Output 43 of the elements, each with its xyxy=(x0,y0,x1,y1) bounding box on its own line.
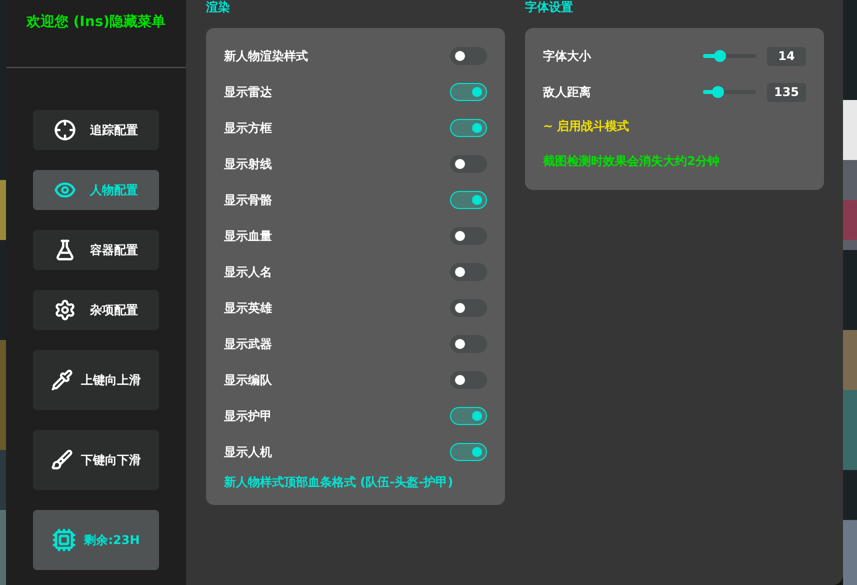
format-note: 新人物样式顶部血条格式 (队伍-头盔-护甲) xyxy=(224,474,454,491)
slider-label: 字体大小 xyxy=(543,48,592,64)
section-heading: 字体设置 xyxy=(525,0,574,16)
crosshair-icon xyxy=(54,119,76,141)
value-field[interactable]: 14 xyxy=(767,46,806,66)
toggle-switch[interactable] xyxy=(450,47,487,65)
toggle-switch[interactable] xyxy=(450,155,487,173)
toggle-label: 显示武器 xyxy=(224,336,272,352)
toggle-label: 显示编队 xyxy=(224,372,272,388)
toggle-switch[interactable] xyxy=(450,371,487,389)
toggle-switch[interactable] xyxy=(450,263,487,281)
toggle-label: 显示血量 xyxy=(224,228,272,244)
chip-icon xyxy=(52,528,76,552)
toggle-label: 显示骨骼 xyxy=(224,192,272,208)
flask-icon xyxy=(54,239,76,261)
time-remaining-button[interactable]: 剩余:23H xyxy=(33,510,159,570)
nav-button[interactable]: 下键向下滑 xyxy=(33,430,159,490)
warning-text: 截图检测时效果会消失大约2分钟 xyxy=(543,153,720,170)
nav-button[interactable]: 杂项配置 xyxy=(33,290,159,330)
dropper-icon xyxy=(51,369,73,391)
nav-button[interactable]: 上键向上滑 xyxy=(33,350,159,410)
brush-icon xyxy=(51,449,73,471)
toggle-label: 显示护甲 xyxy=(224,408,272,424)
nav-button[interactable]: 容器配置 xyxy=(33,230,159,270)
slider-label: 敌人距离 xyxy=(543,84,592,100)
section-heading: 渲染 xyxy=(206,0,231,16)
toggle-label: 新人物渲染样式 xyxy=(224,48,308,64)
slider-thumb[interactable] xyxy=(712,86,724,98)
toggle-label: 显示英雄 xyxy=(224,300,272,316)
slider-thumb[interactable] xyxy=(714,50,726,62)
nav-button[interactable]: 追踪配置 xyxy=(33,110,159,150)
toggle-label: 显示方框 xyxy=(224,120,272,136)
toggle-switch[interactable] xyxy=(450,299,487,317)
toggle-label: 显示射线 xyxy=(224,156,272,172)
settings-icon xyxy=(54,299,76,321)
toggle-label: 显示人机 xyxy=(224,444,272,460)
value-field[interactable]: 135 xyxy=(767,82,806,102)
nav-button[interactable]: 人物配置 xyxy=(33,170,159,210)
toggle-label: 显示人名 xyxy=(224,264,272,280)
toggle-switch[interactable] xyxy=(450,227,487,245)
toggle-switch[interactable] xyxy=(450,335,487,353)
toggle-label: 显示雷达 xyxy=(224,84,272,100)
combat-mode-link[interactable]: ~ 启用战斗模式 xyxy=(543,118,806,135)
